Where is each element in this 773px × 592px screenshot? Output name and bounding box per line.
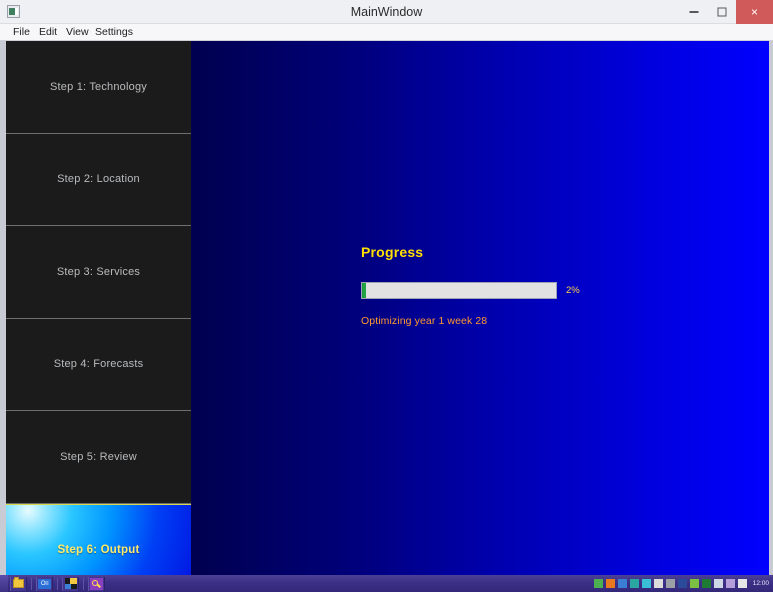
quick-launch-separator (31, 577, 32, 590)
sidebar-item-label: Step 3: Services (56, 265, 141, 278)
screen: MainWindow × File Edit View Settings Ste… (0, 0, 773, 592)
title-bar: MainWindow × (0, 0, 773, 24)
sidebar-item-step-6[interactable]: Step 6: Output (6, 503, 191, 575)
tray-icon-teal[interactable] (629, 579, 639, 588)
start-button[interactable] (0, 575, 8, 592)
progress-panel: Progress 2% Optimizing year 1 week 28 (361, 244, 711, 327)
tray-icon-grey[interactable] (665, 579, 675, 588)
sidebar-item-step-1[interactable]: Step 1: Technology (6, 41, 191, 134)
tray-icon-speaker[interactable] (713, 579, 723, 588)
maximize-icon (717, 7, 727, 17)
progress-row: 2% (361, 282, 711, 299)
tray-icon-label-eng[interactable] (737, 579, 747, 588)
sidebar-item-step-2[interactable]: Step 2: Location (6, 133, 191, 226)
sidebar-item-label: Step 2: Location (57, 173, 140, 186)
quick-launch-separator (83, 577, 84, 590)
minimize-icon (689, 11, 699, 13)
tray-icon-white[interactable] (653, 579, 663, 588)
main-window: MainWindow × File Edit View Settings Ste… (0, 0, 773, 575)
maximize-button[interactable] (708, 0, 736, 24)
progress-percent-label: 2% (566, 285, 580, 296)
close-button[interactable]: × (736, 0, 773, 24)
tray-icon-cyan[interactable] (641, 579, 651, 588)
system-tray: 12:00 (593, 575, 773, 592)
sidebar-item-label: Step 4: Forecasts (53, 358, 144, 371)
sidebar-item-label: Step 6: Output (57, 544, 140, 557)
window-controls: × (680, 0, 773, 24)
tray-icon-darkgreen[interactable] (701, 579, 711, 588)
taskbar-outlook-express-icon[interactable]: O≡ (36, 576, 53, 591)
taskbar: O≡ 12:00 (0, 575, 773, 592)
minimize-button[interactable] (680, 0, 708, 24)
sidebar-item-label: Step 5: Review (60, 450, 137, 463)
tray-icon-lime[interactable] (689, 579, 699, 588)
sidebar-item-step-4[interactable]: Step 4: Forecasts (6, 318, 191, 411)
menu-bar: File Edit View Settings (0, 24, 773, 41)
sidebar-item-label: Step 1: Technology (50, 80, 147, 93)
progress-bar (361, 282, 557, 299)
sidebar-item-step-5[interactable]: Step 5: Review (6, 411, 191, 504)
taskbar-search-icon[interactable] (88, 576, 105, 591)
menu-item-settings[interactable]: Settings (90, 24, 138, 41)
window-title: MainWindow (350, 5, 423, 19)
outlook-express-glyph: O≡ (38, 578, 51, 589)
tray-icon-blue[interactable] (617, 579, 627, 588)
sidebar-item-step-3[interactable]: Step 3: Services (6, 226, 191, 319)
tray-icon-lilac[interactable] (725, 579, 735, 588)
menu-item-view[interactable]: View (61, 24, 94, 41)
main-panel: Progress 2% Optimizing year 1 week 28 (191, 41, 769, 575)
tray-icon-orange[interactable] (605, 579, 615, 588)
progress-bar-fill (362, 283, 366, 298)
progress-status-text: Optimizing year 1 week 28 (361, 315, 488, 327)
close-icon: × (750, 5, 759, 19)
step-sidebar: Step 1: Technology Step 2: Location Step… (6, 41, 191, 575)
menu-item-edit[interactable]: Edit (34, 24, 62, 41)
progress-heading: Progress (361, 244, 424, 260)
taskbar-show-desktop-icon[interactable] (62, 576, 79, 591)
menu-item-file[interactable]: File (8, 24, 35, 41)
tray-icon-navy[interactable] (677, 579, 687, 588)
window-right-border (769, 41, 773, 575)
taskbar-folder-icon[interactable] (10, 576, 27, 591)
quick-launch-separator (57, 577, 58, 590)
tray-icon-green[interactable] (593, 579, 603, 588)
window-body: Step 1: Technology Step 2: Location Step… (0, 41, 773, 575)
quick-launch-bar: O≡ (8, 575, 105, 592)
taskbar-clock[interactable]: 12:00 (750, 580, 771, 588)
